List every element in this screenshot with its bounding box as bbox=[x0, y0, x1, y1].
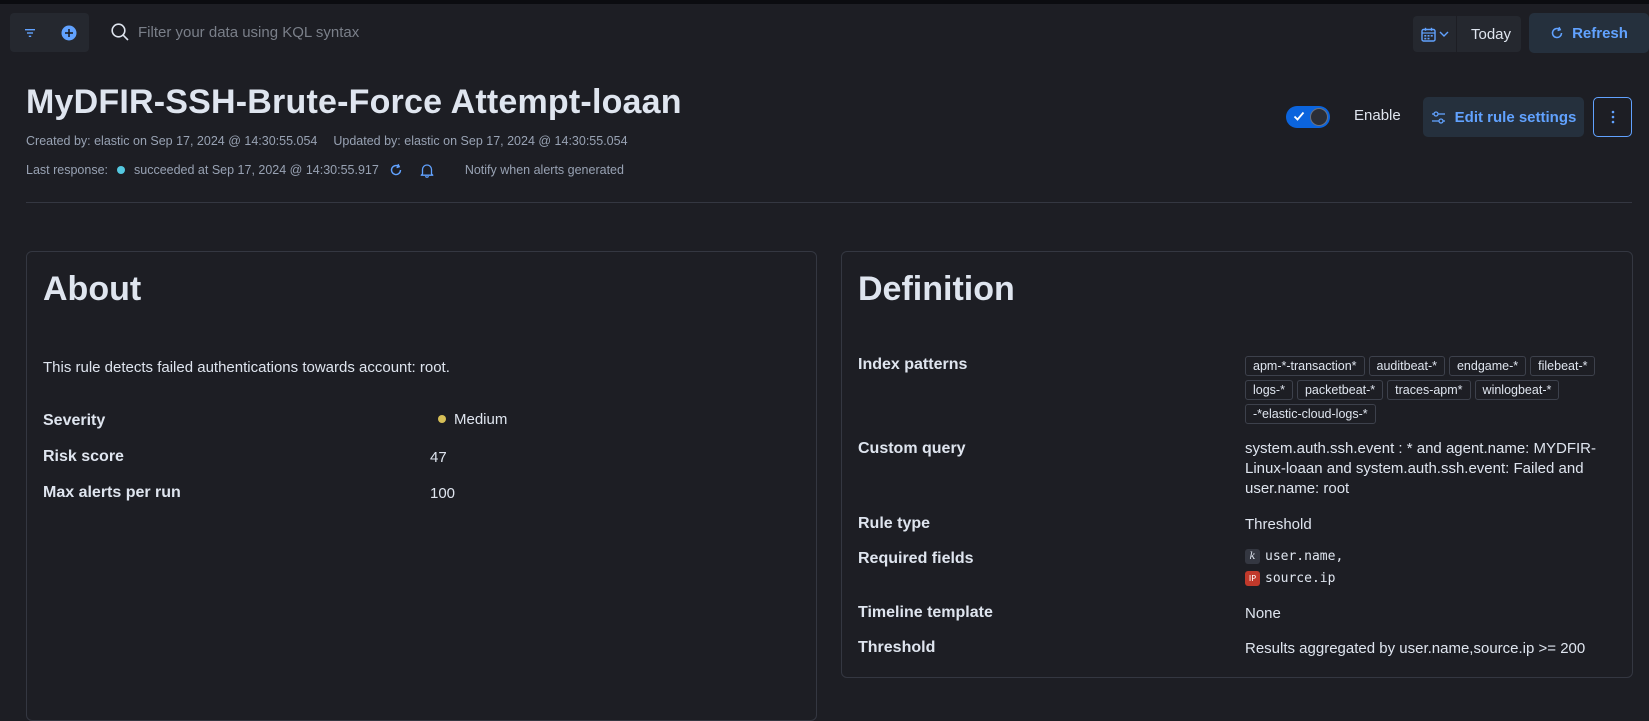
notify-bell-button[interactable] bbox=[419, 162, 435, 178]
timeline-template-label: Timeline template bbox=[858, 604, 993, 621]
search-icon bbox=[111, 23, 129, 41]
status-success-dot bbox=[117, 166, 125, 174]
plus-circle-icon bbox=[61, 25, 76, 40]
index-pattern-badge[interactable]: auditbeat-* bbox=[1368, 356, 1445, 376]
refresh-button-label: Refresh bbox=[1572, 24, 1628, 42]
risk-score-label: Risk score bbox=[43, 448, 124, 465]
index-pattern-badge[interactable]: packetbeat-* bbox=[1296, 380, 1384, 400]
severity-label: Severity bbox=[43, 412, 106, 429]
refresh-icon bbox=[390, 163, 402, 176]
max-alerts-label: Max alerts per run bbox=[43, 484, 181, 501]
rule-type-value: Threshold bbox=[1245, 516, 1312, 533]
index-pattern-badge[interactable]: -*elastic-cloud-logs-* bbox=[1245, 404, 1376, 424]
more-actions-button[interactable] bbox=[1593, 97, 1632, 137]
header-divider bbox=[26, 202, 1632, 203]
rule-meta: Created by: elastic on Sep 17, 2024 @ 14… bbox=[26, 134, 628, 148]
enable-label: Enable bbox=[1354, 107, 1401, 124]
index-pattern-badge[interactable]: filebeat-* bbox=[1530, 356, 1596, 376]
last-response-row: Last response: succeeded at Sep 17, 2024… bbox=[26, 161, 624, 179]
required-field-item: IP source.ip bbox=[1245, 571, 1335, 586]
required-fields-label: Required fields bbox=[858, 550, 974, 567]
keyword-field-icon: k bbox=[1245, 549, 1260, 564]
definition-title: Definition bbox=[858, 270, 1015, 308]
index-pattern-badge[interactable]: logs-* bbox=[1245, 380, 1293, 400]
index-pattern-badge[interactable]: winlogbeat-* bbox=[1474, 380, 1560, 400]
required-field-name: user.name, bbox=[1265, 549, 1344, 564]
date-range-label[interactable]: Today bbox=[1457, 26, 1511, 43]
custom-query-label: Custom query bbox=[858, 440, 966, 457]
kql-search-input[interactable] bbox=[138, 21, 838, 43]
updated-by-text: Updated by: elastic on Sep 17, 2024 @ 14… bbox=[333, 134, 628, 148]
max-alerts-value: 100 bbox=[430, 485, 456, 502]
calendar-icon bbox=[1420, 27, 1436, 42]
date-picker: Today bbox=[1413, 16, 1521, 52]
quick-date-menu-button[interactable] bbox=[1413, 16, 1457, 52]
index-patterns-label: Index patterns bbox=[858, 356, 968, 373]
index-pattern-badge[interactable]: traces-apm* bbox=[1387, 380, 1471, 400]
edit-rule-settings-button[interactable]: Edit rule settings bbox=[1423, 97, 1584, 137]
threshold-value: Results aggregated by user.name,source.i… bbox=[1245, 640, 1586, 657]
required-field-item: k user.name, bbox=[1245, 549, 1343, 564]
last-response-status: succeeded at Sep 17, 2024 @ 14:30:55.917 bbox=[134, 163, 379, 177]
created-by-text: Created by: elastic on Sep 17, 2024 @ 14… bbox=[26, 134, 318, 148]
severity-text: Medium bbox=[454, 411, 508, 428]
refresh-icon bbox=[1551, 26, 1563, 39]
refresh-status-button[interactable] bbox=[389, 163, 403, 177]
rule-description: This rule detects failed authentications… bbox=[43, 359, 450, 376]
filter-icon bbox=[24, 28, 35, 37]
custom-query-value: system.auth.ssh.event : * and agent.name… bbox=[1245, 440, 1596, 497]
query-bar: Today Refresh bbox=[10, 13, 1649, 53]
index-pattern-badge[interactable]: apm-*-transaction* bbox=[1245, 356, 1365, 376]
last-response-label: Last response: bbox=[26, 163, 108, 177]
refresh-button[interactable]: Refresh bbox=[1529, 13, 1649, 53]
definition-panel: Definition Index patterns apm-*-transact… bbox=[841, 251, 1633, 678]
severity-value: Medium bbox=[438, 411, 507, 428]
index-pattern-badge[interactable]: endgame-* bbox=[1448, 356, 1527, 376]
page-title: MyDFIR-SSH-Brute-Force Attempt-loaan bbox=[26, 83, 682, 121]
enable-rule-toggle[interactable] bbox=[1286, 106, 1330, 128]
risk-score-value: 47 bbox=[430, 449, 447, 466]
rule-type-label: Rule type bbox=[858, 515, 931, 532]
filter-menu-button[interactable] bbox=[10, 13, 49, 52]
index-patterns-list: apm-*-transaction* auditbeat-* endgame-*… bbox=[1245, 356, 1605, 424]
add-filter-button[interactable] bbox=[49, 13, 88, 52]
severity-dot bbox=[438, 415, 446, 423]
edit-rule-settings-label: Edit rule settings bbox=[1454, 108, 1577, 126]
about-panel: About This rule detects failed authentic… bbox=[26, 251, 817, 721]
timeline-template-value: None bbox=[1245, 605, 1281, 622]
required-field-name: source.ip bbox=[1265, 571, 1336, 586]
ip-field-icon: IP bbox=[1245, 571, 1260, 586]
bell-icon bbox=[420, 164, 434, 178]
vertical-dots-icon bbox=[1611, 110, 1614, 124]
query-bar-actions bbox=[10, 13, 89, 52]
threshold-label: Threshold bbox=[858, 639, 936, 656]
window-top-edge bbox=[0, 0, 1649, 4]
about-title: About bbox=[43, 270, 142, 308]
toggle-knob bbox=[1310, 108, 1328, 126]
chevron-down-icon bbox=[1439, 31, 1448, 37]
sliders-icon bbox=[1431, 110, 1445, 124]
notify-label: Notify when alerts generated bbox=[464, 163, 624, 177]
check-icon bbox=[1293, 111, 1305, 121]
